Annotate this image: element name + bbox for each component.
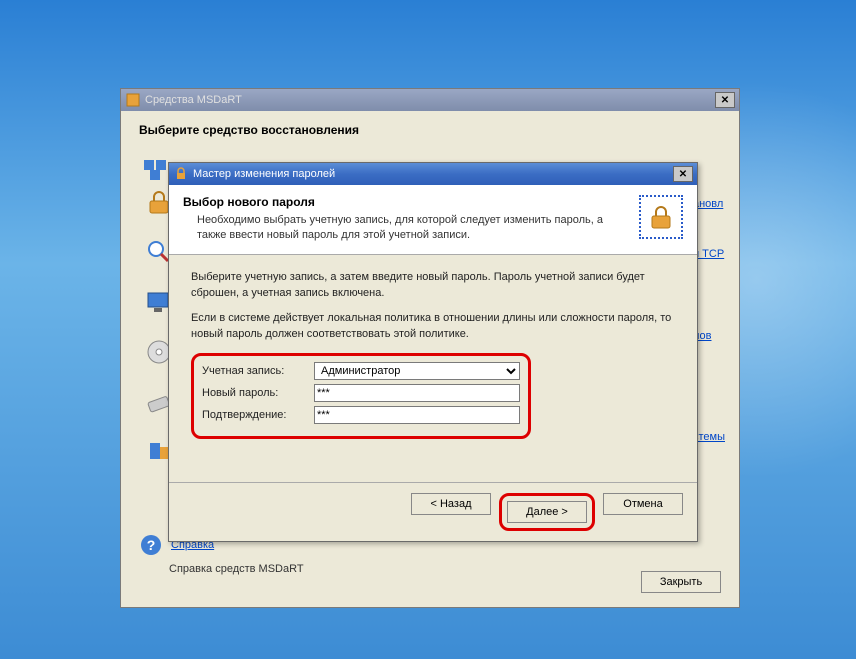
wizard-header-lock-icon [639, 195, 683, 239]
svg-text:?: ? [147, 537, 156, 553]
wizard-lock-icon [173, 166, 189, 182]
password-wizard-window: Мастер изменения паролей ✕ Выбор нового … [168, 162, 698, 542]
back-button[interactable]: < Назад [411, 493, 491, 515]
confirm-input[interactable] [314, 406, 520, 424]
wizard-close-icon[interactable]: ✕ [673, 166, 693, 182]
account-select[interactable]: Администратор [314, 362, 520, 380]
wizard-step-title: Выбор нового пароля [183, 195, 631, 209]
newpass-label: Новый пароль: [202, 385, 314, 402]
next-button[interactable]: Далее > [507, 501, 587, 523]
confirm-label: Подтверждение: [202, 407, 314, 424]
help-icon: ? [139, 533, 163, 557]
wizard-titlebar: Мастер изменения паролей ✕ [169, 163, 697, 185]
wizard-step-subtitle: Необходимо выбрать учетную запись, для к… [183, 213, 631, 244]
account-label: Учетная запись: [202, 363, 314, 380]
msdart-title: Средства MSDaRT [145, 94, 242, 106]
msdart-icon [125, 92, 141, 108]
next-highlight: Далее > [499, 493, 595, 531]
wizard-paragraph-2: Если в системе действует локальная полит… [191, 310, 675, 343]
close-icon[interactable]: ✕ [715, 92, 735, 108]
form-highlight: Учетная запись: Администратор Новый паро… [191, 353, 531, 439]
cancel-button[interactable]: Отмена [603, 493, 683, 515]
close-button[interactable]: Закрыть [641, 571, 721, 593]
wizard-header: Выбор нового пароля Необходимо выбрать у… [169, 185, 697, 255]
msdart-titlebar: Средства MSDaRT ✕ [121, 89, 739, 111]
help-subtitle: Справка средств MSDaRT [169, 563, 304, 575]
wizard-body: Выберите учетную запись, а затем введите… [169, 255, 697, 453]
wizard-title: Мастер изменения паролей [193, 168, 335, 180]
wizard-paragraph-1: Выберите учетную запись, а затем введите… [191, 269, 675, 302]
newpass-input[interactable] [314, 384, 520, 402]
wizard-button-row: < Назад Далее > Отмена [169, 482, 697, 541]
page-title: Выберите средство восстановления [139, 123, 721, 137]
